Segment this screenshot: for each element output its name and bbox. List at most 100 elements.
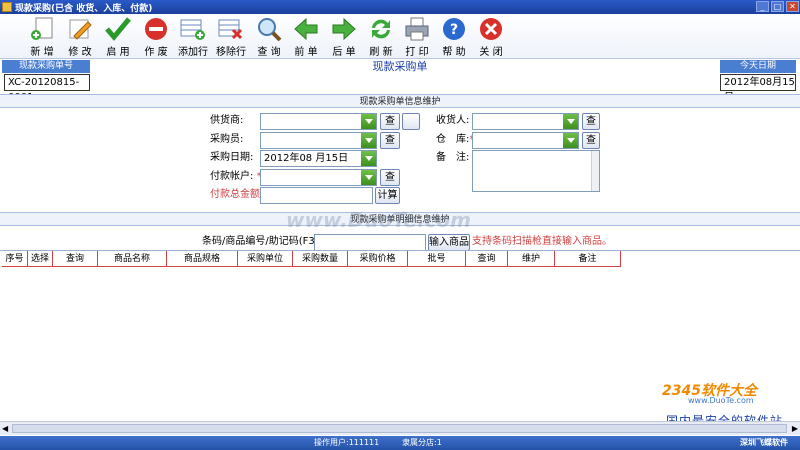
supplier-more-button[interactable]: [402, 113, 420, 130]
refresh-button[interactable]: 刷 新: [363, 16, 399, 58]
col-query-2[interactable]: 查询: [466, 251, 508, 267]
total-amount-input[interactable]: [260, 187, 373, 204]
barcode-hint: 支持条码扫描枪直接输入商品。: [472, 236, 612, 247]
supplier-lookup-button[interactable]: 查: [380, 113, 400, 130]
col-select[interactable]: 选择: [28, 251, 53, 267]
status-vendor: 深圳飞蝶软件: [740, 438, 788, 447]
remark-label: 备 注:: [436, 152, 470, 163]
void-label: 作 废: [144, 47, 168, 58]
new-doc-icon: [31, 17, 53, 40]
toolbar: 新 增 修 改 启 用 作 废 添加行 移除行 查 询 前 单 后 单 刷 新 …: [0, 14, 800, 59]
warehouse-select[interactable]: [472, 132, 579, 149]
void-button[interactable]: 作 废: [138, 16, 174, 58]
add-row-icon: [180, 19, 205, 40]
add-row-button[interactable]: 添加行: [175, 16, 211, 58]
close-button[interactable]: 关 闭: [473, 16, 509, 58]
receiver-select[interactable]: [472, 113, 579, 130]
remove-row-label: 移除行: [216, 47, 246, 58]
help-icon: ?: [443, 18, 465, 40]
horizontal-scrollbar[interactable]: ◀ ▶: [0, 421, 800, 435]
order-no-field[interactable]: XC-20120815-0001: [4, 74, 90, 103]
col-product-name[interactable]: 商品名称: [98, 251, 167, 267]
receiver-label: 收货人:: [436, 115, 470, 126]
account-select[interactable]: [260, 169, 377, 186]
status-branch: 隶属分店:1: [402, 438, 442, 447]
help-label: 帮 助: [442, 47, 466, 58]
remove-row-icon: [218, 19, 243, 40]
edit-pencil-icon: [69, 19, 92, 40]
scroll-right-icon[interactable]: ▶: [792, 424, 798, 433]
barcode-label: 条码/商品编号/助记码(F3):: [202, 236, 323, 247]
col-maintain[interactable]: 维护: [508, 251, 555, 267]
col-purchase-price[interactable]: 采购价格: [348, 251, 408, 267]
enable-button[interactable]: 启 用: [100, 16, 136, 58]
remark-scrollbar[interactable]: [591, 151, 599, 191]
prev-order-label: 前 单: [294, 47, 318, 58]
add-row-label: 添加行: [178, 47, 208, 58]
query-button[interactable]: 查 询: [251, 16, 287, 58]
input-product-button[interactable]: 输入商品: [428, 234, 470, 251]
app-icon: [2, 2, 12, 12]
center-watermark: www.DuoTe.com: [286, 208, 471, 232]
col-product-spec[interactable]: 商品规格: [167, 251, 238, 267]
refresh-icon: [372, 19, 390, 39]
page-title: 现款采购单: [372, 60, 428, 73]
account-label: 付款帐户: *: [210, 169, 262, 185]
prev-order-button[interactable]: 前 单: [288, 16, 324, 58]
remove-row-button[interactable]: 移除行: [213, 16, 249, 58]
scroll-left-icon[interactable]: ◀: [2, 424, 8, 433]
arrow-left-icon: [294, 17, 318, 41]
status-bar: 操作用户:111111 隶属分店:1 深圳飞蝶软件: [0, 436, 800, 450]
buyer-lookup-button[interactable]: 查: [380, 132, 400, 149]
total-amount-label: 付款总金额: [210, 189, 260, 200]
search-icon: [258, 18, 282, 42]
date-picker[interactable]: 2012年08 月15日: [260, 150, 377, 167]
svg-text:?: ?: [450, 22, 458, 38]
col-purchase-unit[interactable]: 采购单位: [238, 251, 293, 267]
buyer-select[interactable]: [260, 132, 377, 149]
col-batch-no[interactable]: 批号: [408, 251, 466, 267]
close-window-button[interactable]: ✕: [786, 1, 799, 12]
edit-button[interactable]: 修 改: [62, 16, 98, 58]
remark-textarea[interactable]: [472, 150, 600, 192]
col-seq[interactable]: 序号: [2, 251, 28, 267]
edit-label: 修 改: [68, 47, 92, 58]
form-section-title: 现款采购单信息维护: [0, 94, 800, 108]
account-label-text: 付款帐户:: [210, 171, 254, 182]
printer-icon: [405, 17, 429, 41]
warehouse-lookup-button[interactable]: 查: [582, 132, 600, 149]
today-label: 今天日期: [720, 60, 796, 73]
col-query[interactable]: 查询: [53, 251, 98, 267]
warehouse-label-text: 仓 库:: [436, 134, 470, 145]
receiver-lookup-button[interactable]: 查: [582, 113, 600, 130]
close-label: 关 闭: [479, 47, 503, 58]
barcode-input[interactable]: [314, 234, 426, 251]
chevron-down-icon: [361, 133, 376, 148]
chevron-down-icon: [563, 114, 578, 129]
void-minus-icon: [145, 18, 167, 40]
scroll-thumb[interactable]: [12, 424, 787, 433]
date-label: 采购日期:: [210, 152, 254, 163]
enable-label: 启 用: [106, 47, 130, 58]
next-order-button[interactable]: 后 单: [326, 16, 362, 58]
warehouse-label: 仓 库:*: [436, 132, 474, 148]
title-bar: 现款采购(已含 收货、入库、付款) _ □ ✕: [0, 0, 800, 14]
next-order-label: 后 单: [332, 47, 356, 58]
maximize-button[interactable]: □: [771, 1, 784, 12]
supplier-select[interactable]: [260, 113, 377, 130]
arrow-right-icon: [332, 17, 356, 41]
help-button[interactable]: ? 帮 助: [436, 16, 472, 58]
chevron-down-icon: [361, 170, 376, 185]
close-icon: [480, 18, 502, 40]
account-lookup-button[interactable]: 查: [380, 169, 400, 186]
new-label: 新 增: [30, 47, 54, 58]
minimize-button[interactable]: _: [756, 1, 769, 12]
window-title: 现款采购(已含 收货、入库、付款): [15, 4, 153, 14]
print-button[interactable]: 打 印: [399, 16, 435, 58]
col-remark[interactable]: 备注: [555, 251, 621, 267]
col-purchase-qty[interactable]: 采购数量: [293, 251, 348, 267]
calc-button[interactable]: 计算: [375, 187, 400, 204]
chevron-down-icon: [563, 133, 578, 148]
chevron-down-icon: [361, 114, 376, 129]
new-button[interactable]: 新 增: [24, 16, 60, 58]
